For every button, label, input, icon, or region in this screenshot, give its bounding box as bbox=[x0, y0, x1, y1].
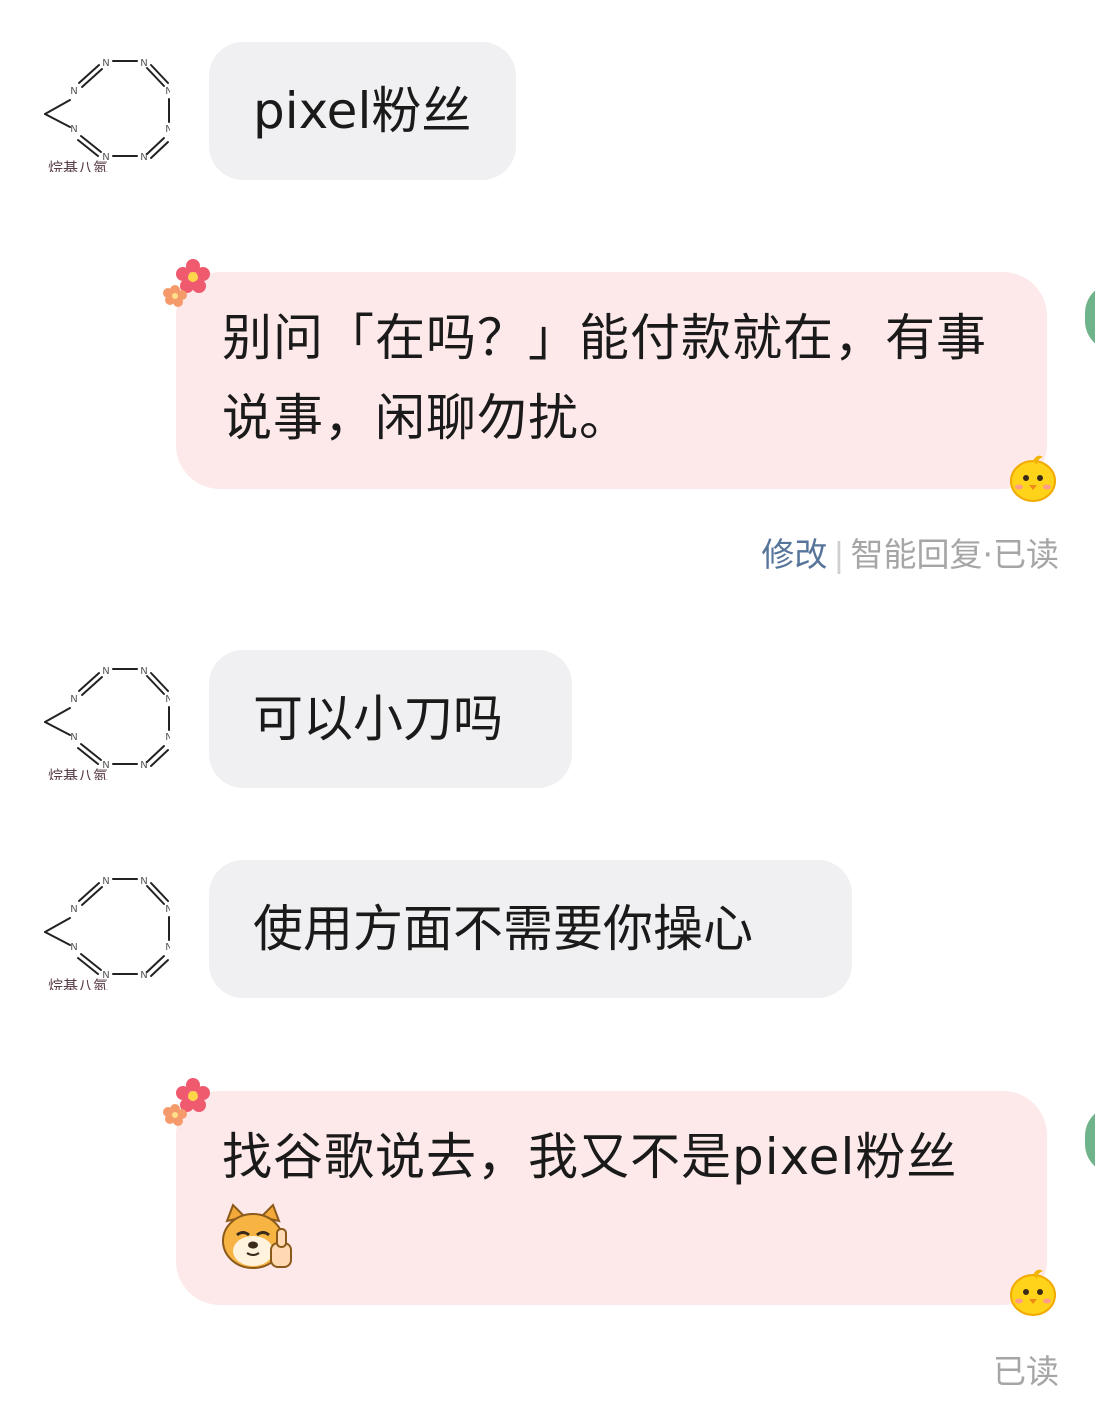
svg-text:N: N bbox=[70, 124, 77, 135]
read-status: 智能回复·已读 bbox=[850, 535, 1060, 574]
message-text: 找谷歌说去，我又不是pixel粉丝 bbox=[222, 1128, 958, 1186]
avatar-caption: 烷基八氮 bbox=[48, 767, 108, 780]
flower-icon bbox=[163, 1078, 210, 1126]
svg-text:N: N bbox=[165, 904, 170, 915]
svg-text:N: N bbox=[70, 86, 77, 97]
svg-text:N: N bbox=[70, 694, 77, 705]
avatar-caption: 烷基八氮 bbox=[48, 977, 108, 990]
avatar-caption: 烷基八氮 bbox=[48, 159, 108, 172]
message-text: pixel粉丝 bbox=[253, 82, 472, 140]
contact-avatar[interactable]: N N N N N N N N 烷基八氮 bbox=[40, 42, 170, 172]
message-text: 使用方面不需要你操心 bbox=[253, 900, 753, 958]
svg-text:N: N bbox=[165, 732, 170, 743]
outgoing-message-bubble[interactable]: 别问「在吗？」能付款就在，有事说事，闲聊勿扰。 bbox=[176, 272, 1047, 489]
read-status: 已读 bbox=[993, 1352, 1059, 1391]
svg-text:N: N bbox=[102, 58, 109, 69]
side-accent bbox=[1085, 283, 1095, 351]
message-text: 可以小刀吗 bbox=[253, 690, 503, 748]
svg-text:N: N bbox=[165, 86, 170, 97]
incoming-message-bubble[interactable]: 使用方面不需要你操心 bbox=[209, 860, 852, 998]
incoming-message-bubble[interactable]: pixel粉丝 bbox=[209, 42, 516, 180]
edit-link[interactable]: 修改 bbox=[761, 535, 827, 574]
chick-icon bbox=[1010, 455, 1056, 502]
separator: | bbox=[833, 535, 845, 574]
svg-text:N: N bbox=[102, 666, 109, 677]
incoming-message-bubble[interactable]: 可以小刀吗 bbox=[209, 650, 572, 788]
outgoing-message-bubble[interactable]: 找谷歌说去，我又不是pixel粉丝 bbox=[176, 1091, 1047, 1305]
svg-text:N: N bbox=[102, 876, 109, 887]
molecule-drawing: N N N N N N N N 烷基八氮 bbox=[44, 58, 170, 172]
svg-text:N: N bbox=[70, 732, 77, 743]
svg-text:N: N bbox=[165, 124, 170, 135]
svg-text:N: N bbox=[70, 904, 77, 915]
contact-avatar[interactable]: N N N N N N N N 烷基八氮 bbox=[40, 860, 170, 990]
molecule-drawing: N N N N N N N N 烷基八氮 bbox=[44, 876, 170, 990]
contact-avatar[interactable]: N N N N N N N N 烷基八氮 bbox=[40, 650, 170, 780]
message-actions: 修改 | 智能回复·已读 bbox=[761, 528, 1059, 576]
svg-text:N: N bbox=[70, 942, 77, 953]
flower-icon bbox=[163, 259, 210, 307]
svg-text:N: N bbox=[165, 942, 170, 953]
side-accent bbox=[1085, 1106, 1095, 1174]
svg-text:N: N bbox=[165, 694, 170, 705]
doge-thumbs-up-icon bbox=[222, 1203, 292, 1269]
chick-icon bbox=[1010, 1269, 1056, 1316]
molecule-drawing: N N N N N N N N 烷基八氮 bbox=[44, 666, 170, 780]
message-text: 别问「在吗？」能付款就在，有事说事，闲聊勿扰。 bbox=[222, 309, 987, 447]
